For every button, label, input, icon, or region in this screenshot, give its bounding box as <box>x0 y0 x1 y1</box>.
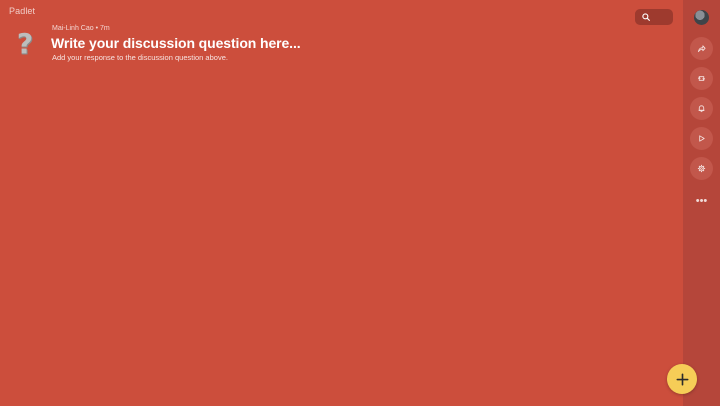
remake-icon <box>697 74 706 83</box>
add-post-button[interactable] <box>667 364 697 394</box>
remake-button[interactable] <box>690 67 713 90</box>
avatar[interactable] <box>694 10 709 25</box>
post-time: 7m <box>100 25 110 32</box>
plus-icon <box>675 372 689 386</box>
board-header: ? Mai-Linh Cao • 7m Write your discussio… <box>12 24 301 63</box>
board-subtitle[interactable]: Add your response to the discussion ques… <box>52 53 301 63</box>
play-icon <box>697 134 706 143</box>
right-sidebar: ••• <box>683 0 720 406</box>
settings-button[interactable] <box>690 157 713 180</box>
board-title[interactable]: Write your discussion question here... <box>51 35 301 52</box>
bell-icon <box>697 104 706 113</box>
more-options-button[interactable]: ••• <box>690 189 713 212</box>
notifications-button[interactable] <box>690 97 713 120</box>
question-mark-icon[interactable]: ? <box>12 30 38 58</box>
meta-separator: • <box>95 25 99 32</box>
padlet-logo[interactable]: Padlet <box>9 6 35 16</box>
slideshow-button[interactable] <box>690 127 713 150</box>
search-button[interactable] <box>635 9 673 25</box>
share-button[interactable] <box>690 37 713 60</box>
board-meta: Mai-Linh Cao • 7m <box>52 24 301 33</box>
gear-icon <box>697 164 706 173</box>
share-icon <box>697 44 706 53</box>
board-page: Padlet ? Mai-Linh Cao • 7m Write your di… <box>0 0 720 406</box>
board-header-text: Mai-Linh Cao • 7m Write your discussion … <box>51 24 301 63</box>
author-name: Mai-Linh Cao <box>52 25 94 32</box>
search-icon <box>642 13 650 21</box>
